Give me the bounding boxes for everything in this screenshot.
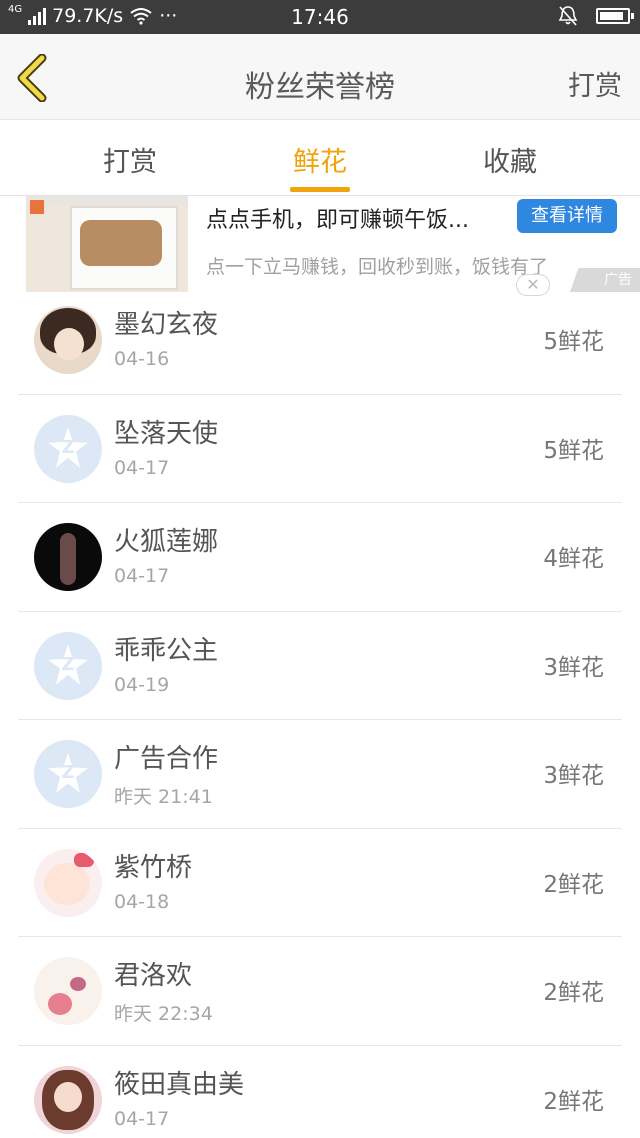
reward-button[interactable]: 打赏 [568,64,622,103]
status-right [558,5,634,27]
gift-date: 04-16 [114,348,170,370]
avatar[interactable]: Z [34,740,102,808]
list-item[interactable]: 紫竹桥 04-18 2鲜花 [18,829,622,937]
user-name: 火狐莲娜 [114,527,219,557]
ad-description: 点一下立马赚钱，回收秒到账，饭钱有了 [206,256,549,278]
list-item[interactable]: 火狐莲娜 04-17 4鲜花 [18,503,622,612]
gift-date: 04-17 [114,1107,170,1130]
header-bar: 粉丝荣誉榜 打赏 [0,34,640,120]
flower-count: 5鲜花 [543,437,604,464]
flower-count: 5鲜花 [543,329,604,355]
ad-image [26,196,188,292]
flower-count: 2鲜花 [543,1088,604,1115]
fan-list: 墨幻玄夜 04-16 5鲜花 Z 坠落天使 04-17 5鲜花 火狐莲娜 04-… [18,286,622,1138]
gift-date: 04-19 [114,673,170,696]
user-name: 广告合作 [114,744,219,774]
gift-date: 04-18 [114,890,170,913]
status-time: 17:46 [291,5,349,29]
gift-date: 04-17 [114,565,170,587]
avatar[interactable] [34,306,102,374]
ad-logo-icon [30,200,44,214]
avatar[interactable] [34,848,102,917]
ad-details-button[interactable]: 查看详情 [517,199,617,233]
tab-flowers[interactable]: 鲜花 [260,140,380,179]
avatar[interactable]: Z [34,631,102,700]
list-item[interactable]: Z 坠落天使 04-17 5鲜花 [18,395,622,503]
flower-count: 2鲜花 [543,871,604,898]
page-title: 粉丝荣誉榜 [245,70,395,105]
list-item[interactable]: 筱田真由美 04-17 2鲜花 [18,1046,622,1138]
gift-date: 昨天 21:41 [114,786,213,808]
mute-bell-icon [558,6,578,26]
active-tab-indicator [290,187,350,192]
ad-banner[interactable]: 点点手机，即可赚顿午饭... 查看详情 点一下立马赚钱，回收秒到账，饭钱有了 ✕… [0,196,640,296]
user-name: 君洛欢 [114,961,193,991]
list-item[interactable]: Z 广告合作 昨天 21:41 3鲜花 [18,720,622,829]
user-name: 紫竹桥 [114,852,193,883]
user-name: 筱田真由美 [114,1069,245,1100]
avatar[interactable] [34,957,102,1025]
gift-date: 04-17 [114,456,170,479]
battery-icon [596,8,634,24]
tab-favorites[interactable]: 收藏 [450,140,570,179]
avatar[interactable] [34,523,102,591]
flower-count: 2鲜花 [543,980,604,1006]
user-name: 墨幻玄夜 [114,310,219,340]
user-name: 乖乖公主 [114,635,219,666]
gift-date: 昨天 22:34 [114,1003,213,1025]
list-item[interactable]: 君洛欢 昨天 22:34 2鲜花 [18,937,622,1046]
avatar[interactable]: Z [34,414,102,483]
avatar[interactable] [34,1065,102,1134]
user-name: 坠落天使 [114,418,219,449]
flower-count: 4鲜花 [543,546,604,572]
battery-level [600,12,624,20]
flower-count: 3鲜花 [543,654,604,681]
tab-bar: 打赏 鲜花 收藏 [0,120,640,196]
flower-count: 3鲜花 [543,763,604,789]
status-bar: 4G 79.7K/s ··· 17:46 [0,0,640,34]
ad-title: 点点手机，即可赚顿午饭... [206,208,469,233]
list-item[interactable]: 墨幻玄夜 04-16 5鲜花 [18,286,622,395]
tab-reward[interactable]: 打赏 [70,140,190,179]
list-item[interactable]: Z 乖乖公主 04-19 3鲜花 [18,612,622,720]
